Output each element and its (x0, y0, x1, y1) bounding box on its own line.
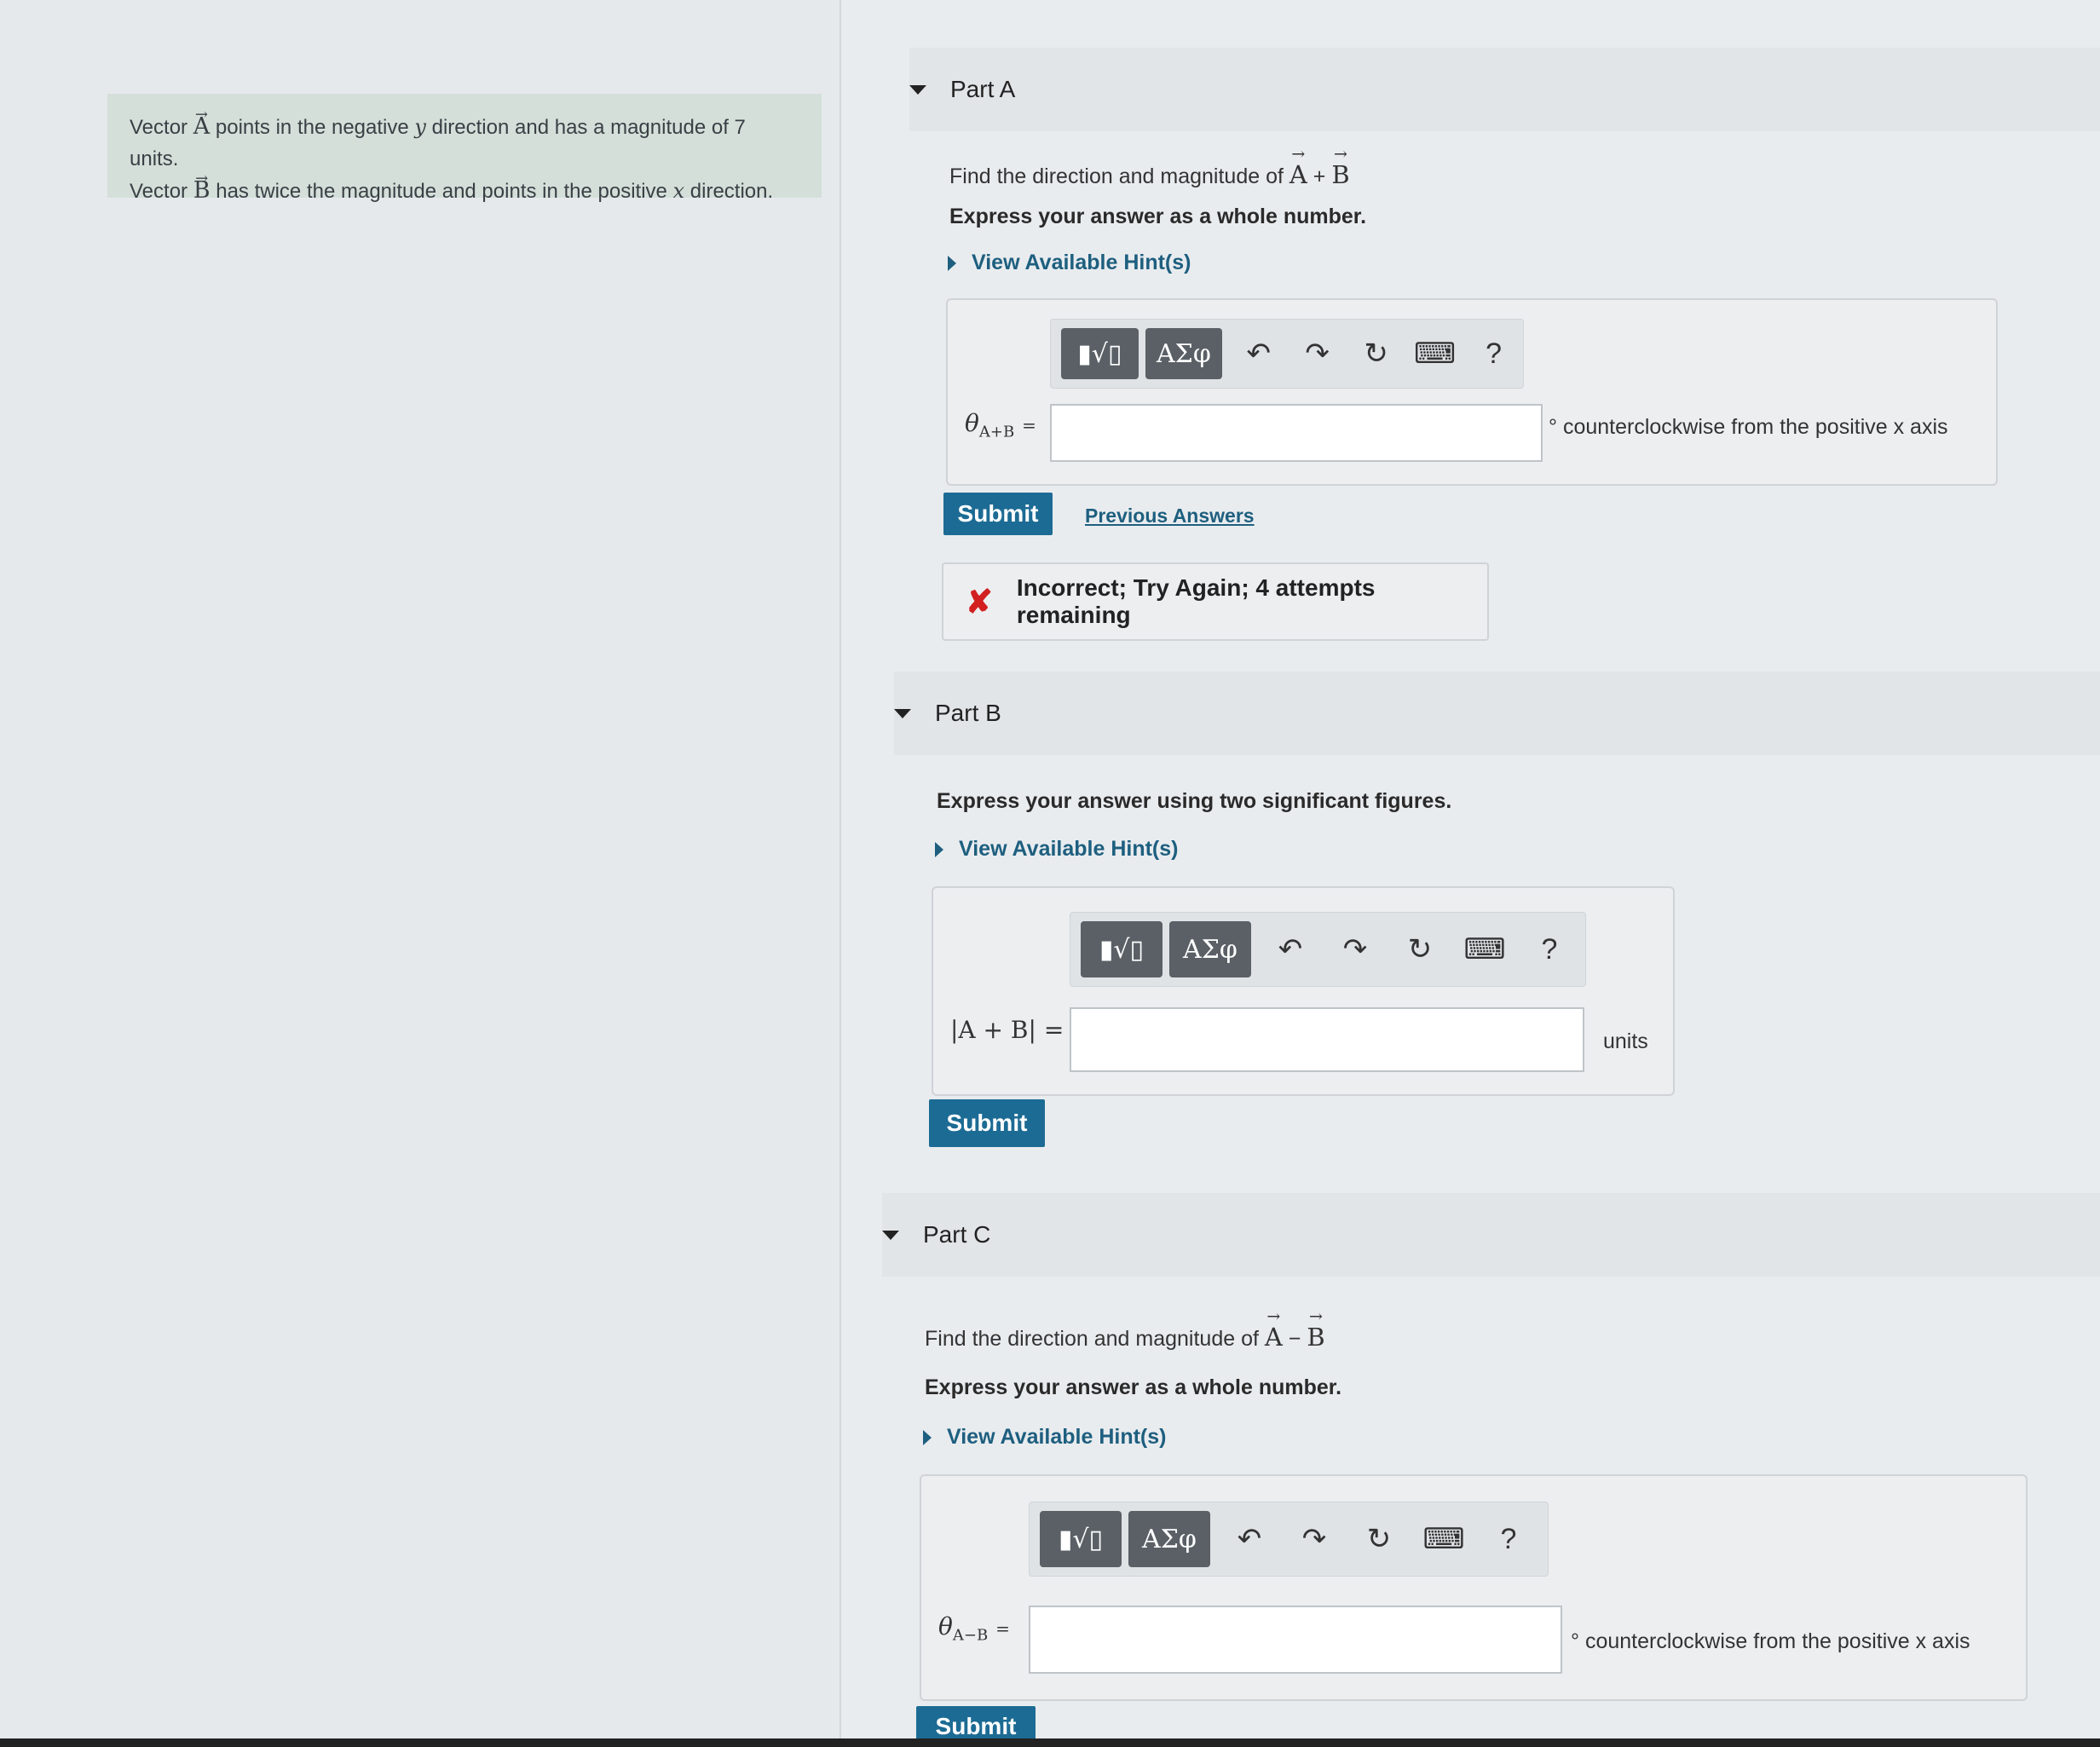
theta-a-plus-b-label: θA+B = (965, 409, 1036, 441)
part-a-hint-toggle[interactable]: View Available Hint(s) (948, 251, 1191, 275)
part-b-instructions: Express your answer using two significan… (937, 789, 1452, 813)
greek-symbols-button[interactable]: ΑΣφ (1128, 1511, 1210, 1567)
intro-line-2: Vector → B has twice the magnitude and po… (130, 170, 774, 204)
undo-icon[interactable]: ↶ (1217, 1513, 1282, 1565)
angle-answer-input[interactable] (1050, 404, 1543, 462)
intro-line-1: Vector → A points in the negative y direc… (130, 106, 746, 170)
theta-a-minus-b-label: θA−B = (938, 1612, 1010, 1645)
problem-statement-pane: Vector → A points in the negative y direc… (0, 0, 841, 1747)
templates-button[interactable]: ▮√▯ (1081, 921, 1162, 977)
part-c-title: Part C (923, 1221, 991, 1248)
angle-unit-label: ° counterclockwise from the positive x a… (1571, 1629, 1970, 1653)
magnitude-answer-input[interactable] (1070, 1007, 1584, 1072)
reset-icon[interactable]: ↻ (1347, 1513, 1411, 1565)
incorrect-feedback-banner: ✘ Incorrect; Try Again; 4 attempts remai… (942, 562, 1489, 641)
part-a-title: Part A (950, 76, 1016, 102)
greek-symbols-button[interactable]: ΑΣφ (1169, 921, 1251, 977)
magnitude-a-plus-b-label: |A + B| = (950, 1016, 1064, 1044)
templates-button[interactable]: ▮√▯ (1061, 328, 1139, 379)
previous-answers-link[interactable]: Previous Answers (1085, 504, 1255, 528)
expand-caret-icon (948, 255, 956, 271)
expand-caret-icon (935, 841, 943, 857)
reset-icon[interactable]: ↻ (1388, 924, 1452, 975)
keyboard-icon[interactable]: ⌨ (1405, 328, 1464, 379)
math-toolbar: ▮√▯ ΑΣφ ↶ ↷ ↻ ⌨ ? (1050, 319, 1524, 389)
part-a-header[interactable]: Part A (909, 48, 2100, 131)
angle-answer-input[interactable] (1029, 1606, 1562, 1674)
part-b-header[interactable]: Part B (894, 672, 2100, 755)
part-a-instructions: Express your answer as a whole number. (949, 205, 1367, 228)
math-toolbar: ▮√▯ ΑΣφ ↶ ↷ ↻ ⌨ ? (1070, 912, 1586, 987)
part-c-header[interactable]: Part C (882, 1193, 2100, 1277)
help-icon[interactable]: ? (1464, 328, 1523, 379)
part-c-hint-toggle[interactable]: View Available Hint(s) (923, 1425, 1166, 1450)
greek-symbols-button[interactable]: ΑΣφ (1145, 328, 1223, 379)
collapse-caret-icon[interactable] (882, 1230, 899, 1240)
vector-b-symbol: → B (193, 170, 211, 204)
reset-icon[interactable]: ↻ (1347, 328, 1405, 379)
redo-icon[interactable]: ↷ (1282, 1513, 1347, 1565)
keyboard-icon[interactable]: ⌨ (1452, 924, 1517, 975)
part-b-title: Part B (935, 700, 1001, 726)
part-b-hint-toggle[interactable]: View Available Hint(s) (935, 837, 1178, 862)
undo-icon[interactable]: ↶ (1258, 924, 1323, 975)
angle-unit-label: ° counterclockwise from the positive x a… (1549, 415, 1948, 439)
part-a-submit-button[interactable]: Submit (943, 493, 1053, 535)
part-c-answer-box: ▮√▯ ΑΣφ ↶ ↷ ↻ ⌨ ? θA−B = ° counterclockw… (920, 1474, 2028, 1701)
part-c-instructions: Express your answer as a whole number. (925, 1375, 1342, 1399)
help-icon[interactable]: ? (1476, 1513, 1541, 1565)
questions-pane: Part A Find the direction and magnitude … (841, 0, 2100, 1747)
magnitude-unit-label: units (1603, 1029, 1648, 1053)
part-a-answer-box: ▮√▯ ΑΣφ ↶ ↷ ↻ ⌨ ? θA+B = ° counterclockw… (946, 298, 1998, 486)
part-b-answer-box: ▮√▯ ΑΣφ ↶ ↷ ↻ ⌨ ? |A + B| = units (932, 886, 1675, 1096)
templates-button[interactable]: ▮√▯ (1040, 1511, 1122, 1567)
error-x-icon: ✘ (966, 584, 993, 620)
redo-icon[interactable]: ↷ (1323, 924, 1388, 975)
keyboard-icon[interactable]: ⌨ (1411, 1513, 1476, 1565)
part-a-question: Find the direction and magnitude of → A +… (949, 145, 1350, 189)
part-b-submit-button[interactable]: Submit (929, 1099, 1045, 1147)
part-c-question: Find the direction and magnitude of → A −… (925, 1307, 1325, 1352)
collapse-caret-icon[interactable] (909, 84, 926, 95)
math-toolbar: ▮√▯ ΑΣφ ↶ ↷ ↻ ⌨ ? (1029, 1502, 1549, 1577)
problem-intro: Vector → A points in the negative y direc… (107, 94, 822, 204)
collapse-caret-icon[interactable] (894, 708, 911, 718)
redo-icon[interactable]: ↷ (1288, 328, 1347, 379)
help-icon[interactable]: ? (1517, 924, 1582, 975)
vector-a-symbol: → A (193, 106, 211, 140)
expand-caret-icon (923, 1429, 932, 1445)
screen-bezel (0, 1738, 2100, 1747)
undo-icon[interactable]: ↶ (1229, 328, 1288, 379)
